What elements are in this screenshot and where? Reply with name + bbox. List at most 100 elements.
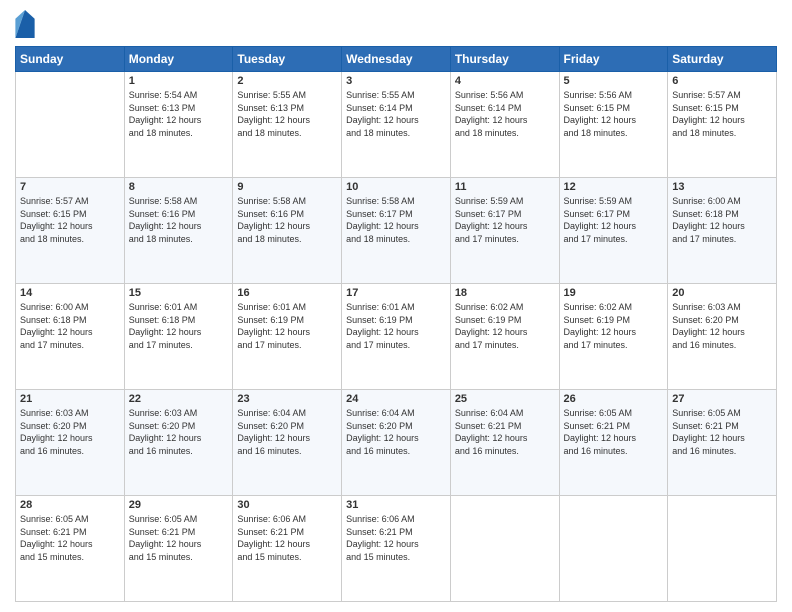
day-number: 3	[346, 75, 446, 87]
day-number: 4	[455, 75, 555, 87]
day-number: 17	[346, 287, 446, 299]
calendar-cell: 25Sunrise: 6:04 AMSunset: 6:21 PMDayligh…	[450, 390, 559, 496]
calendar-cell: 3 Sunrise: 5:55 AMSunset: 6:14 PMDaylight…	[342, 72, 451, 178]
calendar-cell: 9Sunrise: 5:58 AMSunset: 6:16 PMDaylight…	[233, 178, 342, 284]
day-number: 8	[129, 181, 229, 193]
calendar-cell: 22 Sunrise: 6:03 AMSunset: 6:20 PMDayligh…	[124, 390, 233, 496]
day-number: 18	[455, 287, 555, 299]
calendar-cell: 13 Sunrise: 6:00 AMSunset: 6:18 PMDayligh…	[668, 178, 777, 284]
day-info: Sunrise: 5:58 AMSunset: 6:16 PMDaylight:…	[129, 195, 229, 245]
calendar-cell: 28 Sunrise: 6:05 AMSunset: 6:21 PMDayligh…	[16, 496, 125, 602]
calendar-table: SundayMondayTuesdayWednesdayThursdayFrid…	[15, 46, 777, 602]
day-number: 7	[20, 181, 120, 193]
day-number: 27	[672, 393, 772, 405]
calendar-week-row: 28 Sunrise: 6:05 AMSunset: 6:21 PMDayligh…	[16, 496, 777, 602]
calendar-cell: 4 Sunrise: 5:56 AMSunset: 6:14 PMDaylight…	[450, 72, 559, 178]
day-info: Sunrise: 5:59 AMSunset: 6:17 PMDaylight:…	[564, 195, 664, 245]
day-info: Sunrise: 6:04 AMSunset: 6:20 PMDaylight:…	[346, 407, 446, 457]
day-number: 1	[129, 75, 229, 87]
calendar-cell: 17 Sunrise: 6:01 AMSunset: 6:19 PMDayligh…	[342, 284, 451, 390]
day-info: Sunrise: 5:58 AMSunset: 6:17 PMDaylight:…	[346, 195, 446, 245]
calendar-cell: 7Sunrise: 5:57 AMSunset: 6:15 PMDaylight…	[16, 178, 125, 284]
weekday-header: Friday	[559, 47, 668, 72]
day-info: Sunrise: 6:00 AMSunset: 6:18 PMDaylight:…	[672, 195, 772, 245]
logo	[15, 10, 39, 38]
day-info: Sunrise: 5:56 AMSunset: 6:15 PMDaylight:…	[564, 89, 664, 139]
weekday-header: Sunday	[16, 47, 125, 72]
calendar-week-row: 14 Sunrise: 6:00 AMSunset: 6:18 PMDayligh…	[16, 284, 777, 390]
calendar-week-row: 7Sunrise: 5:57 AMSunset: 6:15 PMDaylight…	[16, 178, 777, 284]
day-info: Sunrise: 6:01 AMSunset: 6:18 PMDaylight:…	[129, 301, 229, 351]
calendar-week-row: 21 Sunrise: 6:03 AMSunset: 6:20 PMDayligh…	[16, 390, 777, 496]
day-info: Sunrise: 5:55 AMSunset: 6:14 PMDaylight:…	[346, 89, 446, 139]
day-info: Sunrise: 6:02 AMSunset: 6:19 PMDaylight:…	[564, 301, 664, 351]
day-info: Sunrise: 6:05 AMSunset: 6:21 PMDaylight:…	[20, 513, 120, 563]
day-info: Sunrise: 5:58 AMSunset: 6:16 PMDaylight:…	[237, 195, 337, 245]
calendar-cell: 16Sunrise: 6:01 AMSunset: 6:19 PMDayligh…	[233, 284, 342, 390]
day-number: 28	[20, 499, 120, 511]
day-number: 11	[455, 181, 555, 193]
page: SundayMondayTuesdayWednesdayThursdayFrid…	[0, 0, 792, 612]
day-info: Sunrise: 6:06 AMSunset: 6:21 PMDaylight:…	[346, 513, 446, 563]
day-info: Sunrise: 6:04 AMSunset: 6:20 PMDaylight:…	[237, 407, 337, 457]
calendar-header-row: SundayMondayTuesdayWednesdayThursdayFrid…	[16, 47, 777, 72]
day-info: Sunrise: 6:05 AMSunset: 6:21 PMDaylight:…	[672, 407, 772, 457]
day-info: Sunrise: 6:01 AMSunset: 6:19 PMDaylight:…	[346, 301, 446, 351]
day-number: 12	[564, 181, 664, 193]
calendar-cell: 20Sunrise: 6:03 AMSunset: 6:20 PMDayligh…	[668, 284, 777, 390]
day-info: Sunrise: 6:03 AMSunset: 6:20 PMDaylight:…	[129, 407, 229, 457]
calendar-cell	[16, 72, 125, 178]
day-number: 24	[346, 393, 446, 405]
calendar-cell: 23 Sunrise: 6:04 AMSunset: 6:20 PMDayligh…	[233, 390, 342, 496]
calendar-cell: 21 Sunrise: 6:03 AMSunset: 6:20 PMDayligh…	[16, 390, 125, 496]
calendar-cell: 14 Sunrise: 6:00 AMSunset: 6:18 PMDayligh…	[16, 284, 125, 390]
day-info: Sunrise: 6:02 AMSunset: 6:19 PMDaylight:…	[455, 301, 555, 351]
calendar-cell: 15Sunrise: 6:01 AMSunset: 6:18 PMDayligh…	[124, 284, 233, 390]
calendar-cell: 30 Sunrise: 6:06 AMSunset: 6:21 PMDayligh…	[233, 496, 342, 602]
day-number: 22	[129, 393, 229, 405]
calendar-cell: 26 Sunrise: 6:05 AMSunset: 6:21 PMDayligh…	[559, 390, 668, 496]
day-info: Sunrise: 5:56 AMSunset: 6:14 PMDaylight:…	[455, 89, 555, 139]
day-number: 19	[564, 287, 664, 299]
calendar-cell: 11 Sunrise: 5:59 AMSunset: 6:17 PMDayligh…	[450, 178, 559, 284]
day-info: Sunrise: 6:03 AMSunset: 6:20 PMDaylight:…	[20, 407, 120, 457]
weekday-header: Tuesday	[233, 47, 342, 72]
day-number: 14	[20, 287, 120, 299]
calendar-cell: 29 Sunrise: 6:05 AMSunset: 6:21 PMDayligh…	[124, 496, 233, 602]
day-number: 10	[346, 181, 446, 193]
day-info: Sunrise: 5:57 AMSunset: 6:15 PMDaylight:…	[672, 89, 772, 139]
calendar-cell	[668, 496, 777, 602]
weekday-header: Wednesday	[342, 47, 451, 72]
calendar-cell: 5Sunrise: 5:56 AMSunset: 6:15 PMDaylight…	[559, 72, 668, 178]
day-number: 6	[672, 75, 772, 87]
day-info: Sunrise: 6:03 AMSunset: 6:20 PMDaylight:…	[672, 301, 772, 351]
calendar-cell: 18 Sunrise: 6:02 AMSunset: 6:19 PMDayligh…	[450, 284, 559, 390]
calendar-cell: 31Sunrise: 6:06 AMSunset: 6:21 PMDayligh…	[342, 496, 451, 602]
weekday-header: Thursday	[450, 47, 559, 72]
day-number: 25	[455, 393, 555, 405]
day-info: Sunrise: 6:05 AMSunset: 6:21 PMDaylight:…	[129, 513, 229, 563]
calendar-cell	[450, 496, 559, 602]
calendar-cell: 27 Sunrise: 6:05 AMSunset: 6:21 PMDayligh…	[668, 390, 777, 496]
calendar-cell: 6 Sunrise: 5:57 AMSunset: 6:15 PMDaylight…	[668, 72, 777, 178]
calendar-cell	[559, 496, 668, 602]
day-number: 2	[237, 75, 337, 87]
header	[15, 10, 777, 38]
weekday-header: Saturday	[668, 47, 777, 72]
weekday-header: Monday	[124, 47, 233, 72]
logo-icon	[15, 10, 35, 38]
day-info: Sunrise: 6:00 AMSunset: 6:18 PMDaylight:…	[20, 301, 120, 351]
day-number: 29	[129, 499, 229, 511]
day-number: 23	[237, 393, 337, 405]
day-info: Sunrise: 5:59 AMSunset: 6:17 PMDaylight:…	[455, 195, 555, 245]
calendar-cell: 12 Sunrise: 5:59 AMSunset: 6:17 PMDayligh…	[559, 178, 668, 284]
day-number: 13	[672, 181, 772, 193]
calendar-week-row: 1Sunrise: 5:54 AMSunset: 6:13 PMDaylight…	[16, 72, 777, 178]
calendar-cell: 8 Sunrise: 5:58 AMSunset: 6:16 PMDaylight…	[124, 178, 233, 284]
day-info: Sunrise: 6:06 AMSunset: 6:21 PMDaylight:…	[237, 513, 337, 563]
day-number: 21	[20, 393, 120, 405]
day-number: 16	[237, 287, 337, 299]
day-number: 30	[237, 499, 337, 511]
day-info: Sunrise: 6:05 AMSunset: 6:21 PMDaylight:…	[564, 407, 664, 457]
day-number: 26	[564, 393, 664, 405]
